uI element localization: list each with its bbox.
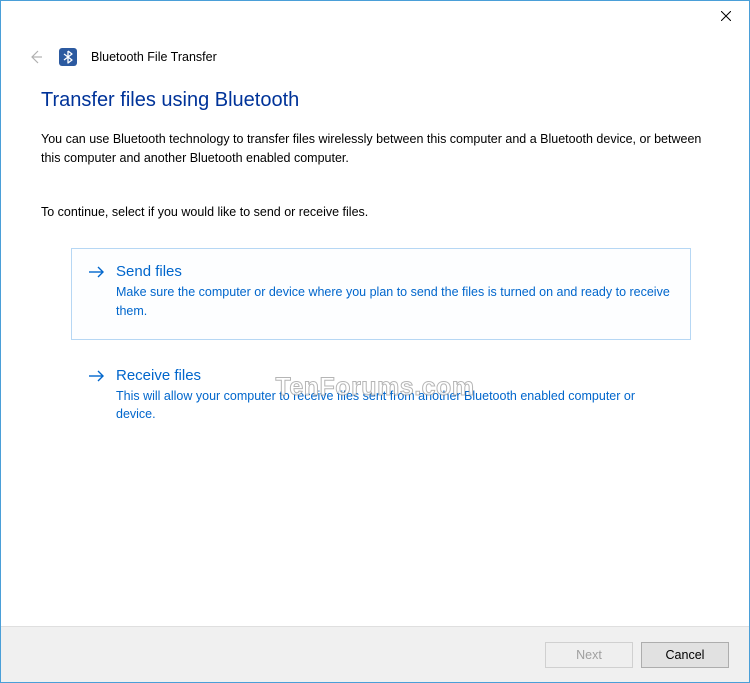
- arrow-right-icon: [88, 265, 106, 321]
- options-list: Send files Make sure the computer or dev…: [41, 248, 709, 443]
- back-arrow-icon: [26, 48, 44, 66]
- option-description: This will allow your computer to receive…: [116, 387, 672, 425]
- back-button[interactable]: [25, 47, 45, 67]
- page-heading: Transfer files using Bluetooth: [41, 89, 709, 112]
- close-button[interactable]: [703, 1, 749, 31]
- header-row: Bluetooth File Transfer: [1, 47, 749, 67]
- arrow-right-icon: [88, 369, 106, 425]
- option-receive-files[interactable]: Receive files This will allow your compu…: [71, 352, 691, 444]
- titlebar: [1, 1, 749, 35]
- content-area: Transfer files using Bluetooth You can u…: [1, 67, 749, 443]
- footer-bar: Next Cancel: [1, 626, 749, 682]
- close-icon: [721, 11, 731, 21]
- bluetooth-icon: [59, 48, 77, 66]
- window-title: Bluetooth File Transfer: [91, 50, 217, 64]
- page-instruction: To continue, select if you would like to…: [41, 203, 709, 222]
- option-title: Send files: [116, 263, 672, 280]
- cancel-button[interactable]: Cancel: [641, 642, 729, 668]
- next-button[interactable]: Next: [545, 642, 633, 668]
- option-send-files[interactable]: Send files Make sure the computer or dev…: [71, 248, 691, 340]
- option-title: Receive files: [116, 367, 672, 384]
- option-description: Make sure the computer or device where y…: [116, 283, 672, 321]
- page-description: You can use Bluetooth technology to tran…: [41, 130, 709, 169]
